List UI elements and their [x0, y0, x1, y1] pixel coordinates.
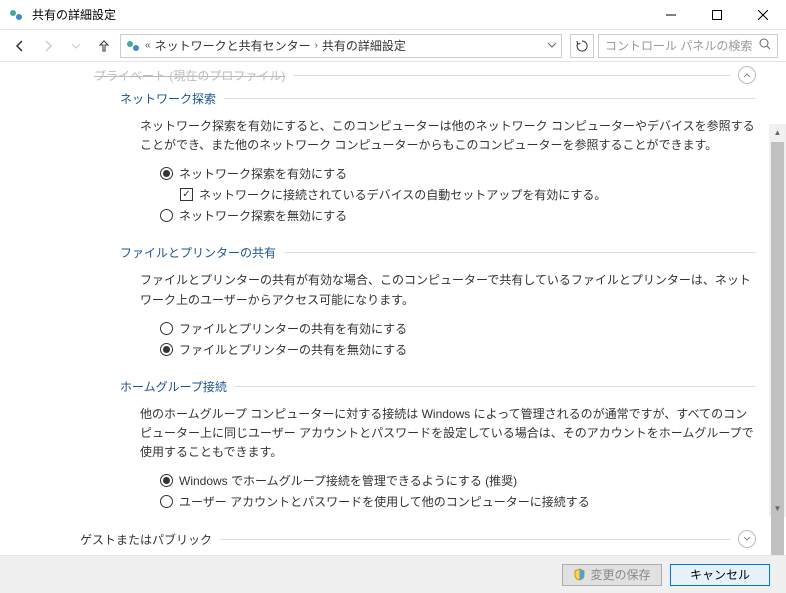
- search-placeholder: コントロール パネルの検索: [605, 37, 752, 54]
- breadcrumb-item[interactable]: 共有の詳細設定: [322, 37, 406, 54]
- section-homegroup: ホームグループ接続: [120, 378, 756, 395]
- profile-header-private: プライベート (現在のプロファイル): [94, 66, 756, 84]
- profile-guest-public[interactable]: ゲストまたはパブリック: [80, 530, 756, 548]
- radio-icon: [160, 209, 173, 222]
- radio-icon: [160, 167, 173, 180]
- breadcrumb-item[interactable]: ネットワークと共有センター: [155, 37, 311, 54]
- radio-icon: [160, 495, 173, 508]
- up-button[interactable]: [92, 34, 116, 58]
- section-network-discovery: ネットワーク探索: [120, 90, 756, 107]
- collapse-icon[interactable]: [738, 66, 756, 84]
- scroll-thumb[interactable]: [771, 142, 784, 555]
- window-icon: [8, 7, 24, 23]
- radio-nd-on[interactable]: ネットワーク探索を有効にする: [160, 165, 756, 182]
- search-input[interactable]: コントロール パネルの検索: [598, 34, 778, 58]
- shield-icon: [573, 568, 586, 581]
- maximize-button[interactable]: [694, 0, 740, 30]
- address-dropdown-icon[interactable]: [547, 39, 557, 53]
- search-icon: [759, 38, 771, 53]
- section-desc: ファイルとプリンターの共有が有効な場合、このコンピューターで共有しているファイル…: [140, 271, 756, 309]
- chevron-left-icon: «: [145, 40, 151, 51]
- radio-nd-off[interactable]: ネットワーク探索を無効にする: [160, 207, 756, 224]
- checkbox-nd-auto[interactable]: ✓ネットワークに接続されているデバイスの自動セットアップを有効にする。: [180, 186, 756, 203]
- window-title: 共有の詳細設定: [32, 6, 648, 23]
- radio-hg-windows[interactable]: Windows でホームグループ接続を管理できるようにする (推奨): [160, 472, 756, 489]
- scroll-up-icon[interactable]: ▲: [769, 124, 786, 141]
- section-desc: 他のホームグループ コンピューターに対する接続は Windows によって管理さ…: [140, 405, 756, 463]
- save-button: 変更の保存: [562, 564, 662, 586]
- back-button[interactable]: [8, 34, 32, 58]
- cancel-button[interactable]: キャンセル: [670, 564, 770, 586]
- close-button[interactable]: [740, 0, 786, 30]
- scroll-down-icon[interactable]: ▼: [769, 500, 786, 517]
- forward-button[interactable]: [36, 34, 60, 58]
- radio-icon: [160, 474, 173, 487]
- address-bar[interactable]: « ネットワークと共有センター › 共有の詳細設定: [120, 34, 562, 58]
- expand-icon[interactable]: [738, 530, 756, 548]
- radio-icon: [160, 343, 173, 356]
- radio-fp-on[interactable]: ファイルとプリンターの共有を有効にする: [160, 320, 756, 337]
- recent-dropdown[interactable]: [64, 34, 88, 58]
- minimize-button[interactable]: [648, 0, 694, 30]
- radio-hg-user[interactable]: ユーザー アカウントとパスワードを使用して他のコンピューターに接続する: [160, 493, 756, 510]
- radio-icon: [160, 322, 173, 335]
- refresh-button[interactable]: [570, 34, 594, 58]
- section-desc: ネットワーク探索を有効にすると、このコンピューターは他のネットワーク コンピュー…: [140, 117, 756, 155]
- content-area: プライベート (現在のプロファイル) ネットワーク探索 ネットワーク探索を有効に…: [0, 62, 786, 555]
- address-icon: [125, 38, 141, 54]
- radio-fp-off[interactable]: ファイルとプリンターの共有を無効にする: [160, 341, 756, 358]
- chevron-right-icon: ›: [315, 40, 318, 51]
- scrollbar[interactable]: ▲ ▼: [769, 124, 786, 517]
- checkbox-icon: ✓: [180, 188, 193, 201]
- section-file-printer: ファイルとプリンターの共有: [120, 244, 756, 261]
